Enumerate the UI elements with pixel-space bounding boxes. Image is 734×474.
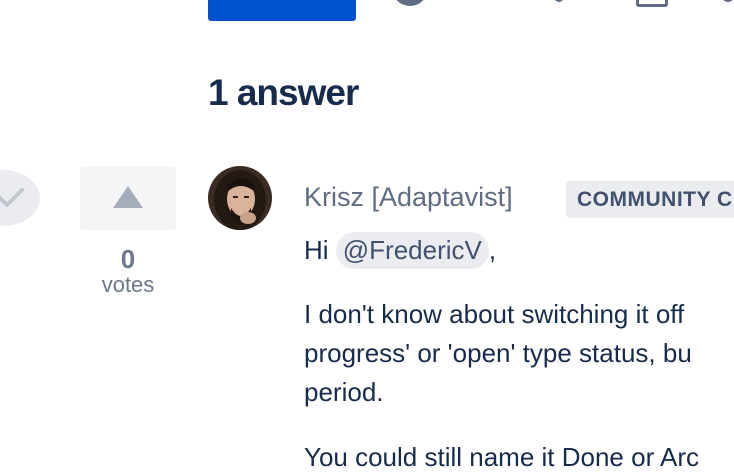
triangle-up-icon xyxy=(113,186,143,208)
greeting-line: Hi @FredericV, xyxy=(304,231,496,270)
paragraph-line: I don't know about switching it off xyxy=(304,299,685,329)
greeting-prefix: Hi xyxy=(304,235,336,265)
paragraph-line: period. xyxy=(304,377,384,407)
more-icon[interactable] xyxy=(722,0,734,2)
author-avatar-image xyxy=(208,166,272,230)
greeting-suffix: , xyxy=(488,235,497,265)
avatar[interactable] xyxy=(208,166,272,230)
user-mention[interactable]: @FredericV xyxy=(335,232,489,269)
answers-heading: 1 answer xyxy=(208,72,359,113)
vote-label: votes xyxy=(101,272,155,297)
accept-answer-button[interactable] xyxy=(0,170,40,226)
watch-icon[interactable] xyxy=(392,0,428,6)
follow-button[interactable] xyxy=(208,0,356,21)
vote-count: 0 xyxy=(120,244,136,274)
share-icon[interactable] xyxy=(554,0,564,2)
author-name-link[interactable]: Krisz [Adaptavist] xyxy=(304,182,513,213)
checkmark-icon xyxy=(0,188,24,207)
upvote-button[interactable] xyxy=(80,166,176,230)
community-badge: COMMUNITY C xyxy=(566,181,734,218)
answer-paragraph-1: I don't know about switching it off prog… xyxy=(304,295,692,412)
answer-paragraph-2: You could still name it Done or Arc xyxy=(304,442,700,472)
paragraph-line: progress' or 'open' type status, bu xyxy=(304,338,692,368)
answer-page: 1 answer 0 votes Krisz [Adaptavist] COMM… xyxy=(0,0,734,474)
copy-icon[interactable] xyxy=(636,0,668,7)
